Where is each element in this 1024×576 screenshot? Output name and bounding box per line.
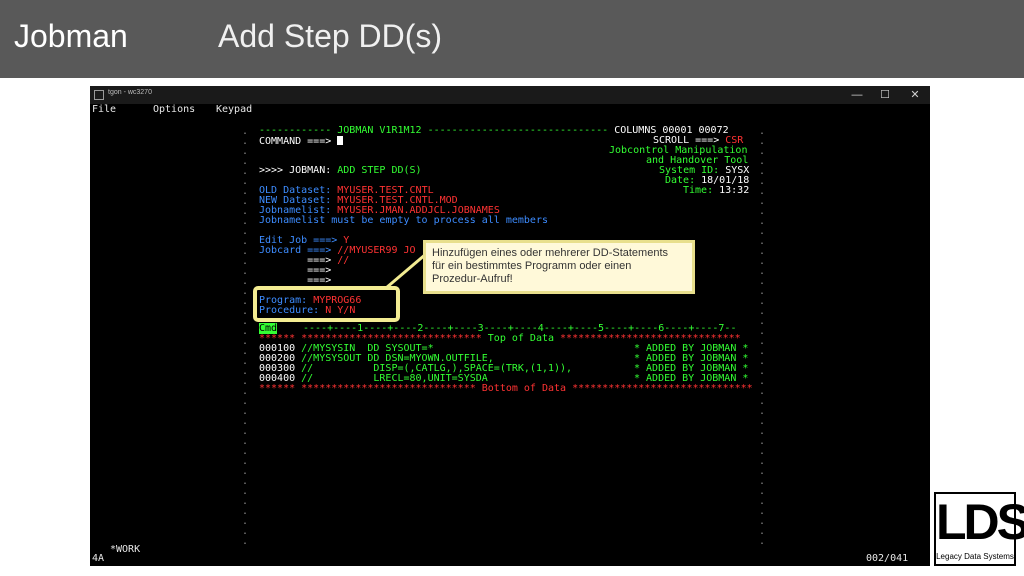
app-icon <box>94 90 104 100</box>
callout-note: Hinzufügen eines oder mehrerer DD-Statem… <box>423 240 695 294</box>
command-line[interactable]: COMMAND ===> <box>259 136 344 147</box>
logo-letters: LDS <box>936 494 1024 550</box>
terminal-window: tgon - wc3270 — ☐ ✕ File Options Keypad … <box>90 86 930 566</box>
menu-bar: File Options Keypad <box>90 104 930 115</box>
close-button[interactable]: ✕ <box>904 87 926 103</box>
left-border-dots: . . . . . . . . . . . . . . . . . . . . … <box>242 126 249 547</box>
slide-header: Jobman Add Step DD(s) <box>0 0 1024 78</box>
slide-title: Jobman <box>14 18 128 54</box>
action-value: ADD STEP DD(S) <box>337 165 422 176</box>
maximize-button[interactable]: ☐ <box>874 87 896 103</box>
menu-file[interactable]: File <box>92 104 116 115</box>
logo-caption: Legacy Data Systems <box>936 552 1014 561</box>
menu-keypad[interactable]: Keypad <box>216 104 252 115</box>
slide-subtitle: Add Step DD(s) <box>218 18 443 54</box>
time-value: 13:32 <box>719 185 750 196</box>
lds-logo: LDS Legacy Data Systems <box>934 492 1024 566</box>
work-indicator: *WORK <box>110 544 141 555</box>
window-title: tgon - wc3270 <box>108 89 152 96</box>
status-indicator: 4A <box>92 553 105 564</box>
callout-line-3: Prozedur-Aufruf! <box>432 273 513 285</box>
minimize-button[interactable]: — <box>846 87 868 103</box>
callout-line-1: Hinzufügen eines oder mehrerer DD-Statem… <box>432 247 669 259</box>
right-border-dots: . . . . . . . . . . . . . . . . . . . . … <box>759 126 766 547</box>
jobcard-value-2[interactable]: // <box>337 255 349 266</box>
command-label: COMMAND ===> <box>259 136 338 147</box>
panel-header-title: ------------ JOBMAN V1R1M12 ------------… <box>259 125 615 136</box>
callout-line-2: für ein bestimmtes Programm oder einen <box>432 260 632 272</box>
time-field: Time: 13:32 <box>683 185 750 196</box>
highlight-box <box>253 286 400 322</box>
bottom-of-data: ****** ***************************** Bot… <box>259 383 753 394</box>
menu-options[interactable]: Options <box>153 104 195 115</box>
jobcard-line-4[interactable]: ===> <box>259 276 337 286</box>
top-of-data-text: Top of Data <box>487 333 555 344</box>
window-titlebar: tgon - wc3270 — ☐ ✕ <box>90 86 930 104</box>
cursor-position: 002/041 <box>866 553 909 564</box>
command-cursor[interactable] <box>337 136 344 145</box>
action-line: >>>> JOBMAN: ADD STEP DD(S) <box>259 165 422 176</box>
jobnamelist-note: Jobnamelist must be empty to process all… <box>259 215 548 226</box>
